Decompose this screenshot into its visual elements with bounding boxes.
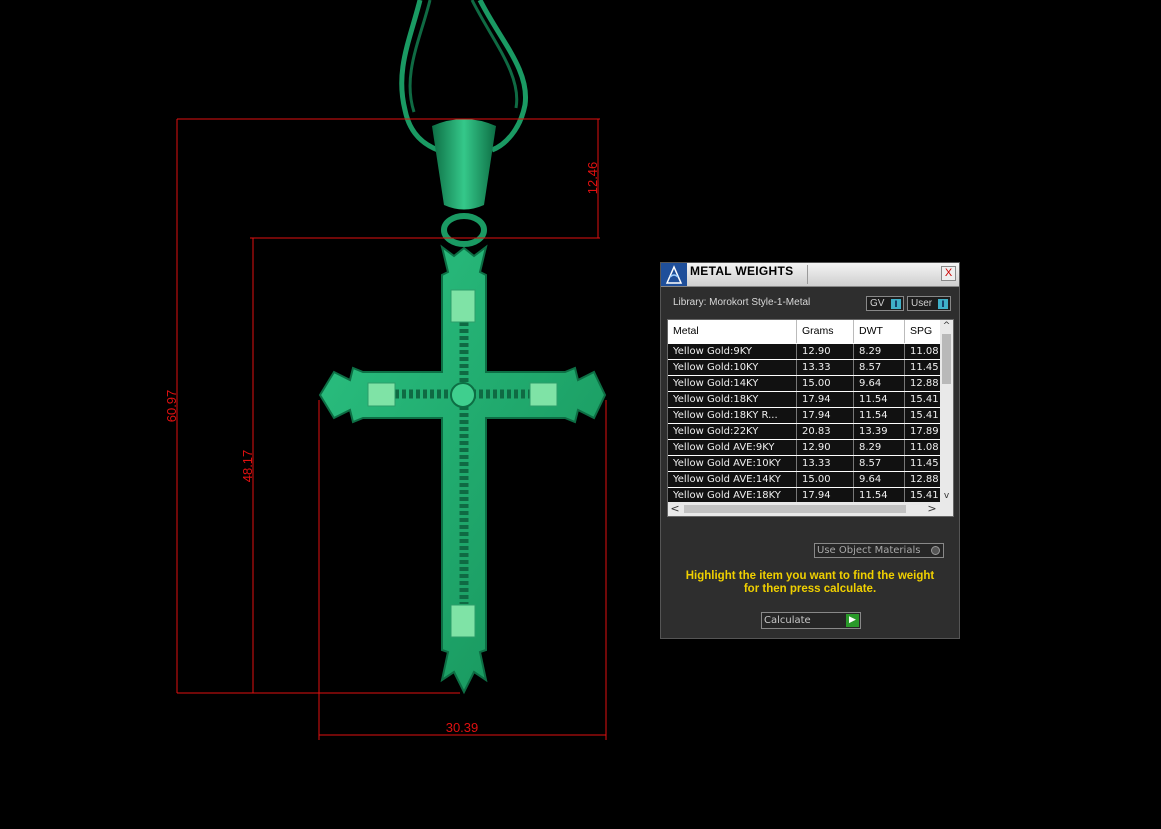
metal-weights-table: Metal Grams DWT SPG Yellow Gold:9KY 12.90… (667, 319, 954, 517)
cell-spg: 15.41 (910, 410, 939, 421)
cell-grams: 12.90 (797, 440, 854, 455)
cell-metal: Yellow Gold AVE:9KY (668, 440, 797, 455)
cell-spg: 11.08 (910, 346, 939, 357)
cell-dwt: 11.54 (854, 408, 905, 423)
table-row[interactable]: Yellow Gold AVE:14KY 15.00 9.64 12.88 (668, 472, 940, 487)
cell-grams: 15.00 (797, 472, 854, 487)
user-toggle[interactable]: User I (907, 296, 951, 311)
cell-spg: 11.45 (910, 458, 939, 469)
title-divider (807, 265, 808, 284)
user-toggle-label: User (911, 298, 933, 309)
gv-toggle[interactable]: GV I (866, 296, 904, 311)
cell-metal: Yellow Gold AVE:10KY (668, 456, 797, 471)
cell-grams: 17.94 (797, 408, 854, 423)
cell-dwt: 13.39 (854, 424, 905, 439)
cell-spg: 11.45 (910, 362, 939, 373)
scroll-up-icon[interactable]: ^ (940, 320, 953, 332)
cell-spg: 15.41 (910, 394, 939, 405)
calculate-button[interactable]: Calculate ▶ (761, 612, 861, 629)
app-logo-icon (661, 263, 687, 286)
cell-metal: Yellow Gold:18KY (668, 392, 797, 407)
user-toggle-indicator: I (938, 299, 948, 309)
cell-metal: Yellow Gold:18KY R... (668, 408, 797, 423)
cell-dwt: 8.57 (854, 360, 905, 375)
use-object-materials-option[interactable]: Use Object Materials (814, 543, 944, 558)
cell-grams: 17.94 (797, 488, 854, 503)
gv-toggle-label: GV (870, 298, 885, 309)
cell-metal: Yellow Gold:10KY (668, 360, 797, 375)
cell-spg: 12.88 (910, 378, 939, 389)
column-header-dwt[interactable]: DWT (854, 320, 905, 343)
instruction-line-1: Highlight the item you want to find the … (685, 570, 935, 582)
table-row[interactable]: Yellow Gold AVE:18KY 17.94 11.54 15.41 (668, 488, 940, 503)
dim-cross-width: 30.39 (446, 720, 479, 735)
dimension-lines (176, 118, 607, 740)
cell-dwt: 8.57 (854, 456, 905, 471)
cell-metal: Yellow Gold AVE:18KY (668, 488, 797, 503)
cell-metal: Yellow Gold:14KY (668, 376, 797, 391)
panel-titlebar[interactable]: METAL WEIGHTS X (661, 263, 959, 287)
column-header-metal[interactable]: Metal (668, 320, 797, 343)
table-row[interactable]: Yellow Gold:18KY 17.94 11.54 15.41 (668, 392, 940, 407)
cell-grams: 13.33 (797, 360, 854, 375)
cell-grams: 20.83 (797, 424, 854, 439)
horizontal-scroll-thumb[interactable] (684, 505, 906, 513)
use-object-materials-label: Use Object Materials (817, 545, 921, 556)
close-button[interactable]: X (941, 266, 956, 281)
cell-spg: 12.88 (910, 474, 939, 485)
library-label: Library: Morokort Style-1-Metal (673, 297, 811, 308)
metal-weights-panel: METAL WEIGHTS X Library: Morokort Style-… (660, 262, 960, 639)
table-row[interactable]: Yellow Gold AVE:10KY 13.33 8.57 11.45 (668, 456, 940, 471)
scroll-down-icon[interactable]: v (940, 490, 953, 502)
cell-dwt: 11.54 (854, 392, 905, 407)
cell-metal: Yellow Gold:22KY (668, 424, 797, 439)
cell-grams: 17.94 (797, 392, 854, 407)
dim-bail-height: 12.46 (585, 162, 600, 195)
horizontal-scrollbar[interactable]: < > (668, 502, 953, 516)
cell-dwt: 9.64 (854, 376, 905, 391)
table-row[interactable]: Yellow Gold:14KY 15.00 9.64 12.88 (668, 376, 940, 391)
scroll-right-icon[interactable]: > (925, 502, 939, 516)
play-icon: ▶ (846, 614, 859, 627)
calculate-label: Calculate (764, 615, 811, 626)
cross-body (318, 244, 607, 695)
cell-metal: Yellow Gold AVE:14KY (668, 472, 797, 487)
cell-metal: Yellow Gold:9KY (668, 344, 797, 359)
table-row[interactable]: Yellow Gold:10KY 13.33 8.57 11.45 (668, 360, 940, 375)
table-row[interactable]: Yellow Gold AVE:9KY 12.90 8.29 11.08 (668, 440, 940, 455)
table-row[interactable]: Yellow Gold:22KY 20.83 13.39 17.89 (668, 424, 940, 439)
cell-spg: 11.08 (910, 442, 939, 453)
dim-cross-height: 48.17 (240, 450, 255, 483)
scroll-left-icon[interactable]: < (668, 502, 682, 516)
instruction-line-2: for then press calculate. (743, 583, 877, 595)
column-header-grams[interactable]: Grams (797, 320, 854, 343)
cell-grams: 12.90 (797, 344, 854, 359)
cell-spg: 15.41 (910, 490, 939, 501)
cell-grams: 13.33 (797, 456, 854, 471)
3d-viewport[interactable]: 12.46 60.97 48.17 30.39 (0, 0, 1161, 825)
column-header-spg[interactable]: SPG (905, 320, 945, 343)
cell-dwt: 9.64 (854, 472, 905, 487)
radio-icon[interactable] (931, 546, 940, 555)
instruction-text: Highlight the item you want to find the … (661, 570, 959, 596)
cell-grams: 15.00 (797, 376, 854, 391)
cell-dwt: 8.29 (854, 440, 905, 455)
bail (432, 119, 496, 247)
pendant-render: 12.46 60.97 48.17 30.39 (164, 0, 607, 740)
cell-spg: 17.89 (910, 426, 939, 437)
cell-dwt: 8.29 (854, 344, 905, 359)
table-row[interactable]: Yellow Gold:18KY R... 17.94 11.54 15.41 (668, 408, 940, 423)
table-row[interactable]: Yellow Gold:9KY 12.90 8.29 11.08 (668, 344, 940, 359)
gv-toggle-indicator: I (891, 299, 901, 309)
panel-title: METAL WEIGHTS (690, 264, 794, 278)
table-header: Metal Grams DWT SPG (668, 320, 940, 343)
dim-total-height: 60.97 (164, 390, 179, 423)
vertical-scroll-thumb[interactable] (942, 334, 951, 384)
vertical-scrollbar[interactable]: ^ v (940, 320, 953, 502)
cell-dwt: 11.54 (854, 488, 905, 503)
